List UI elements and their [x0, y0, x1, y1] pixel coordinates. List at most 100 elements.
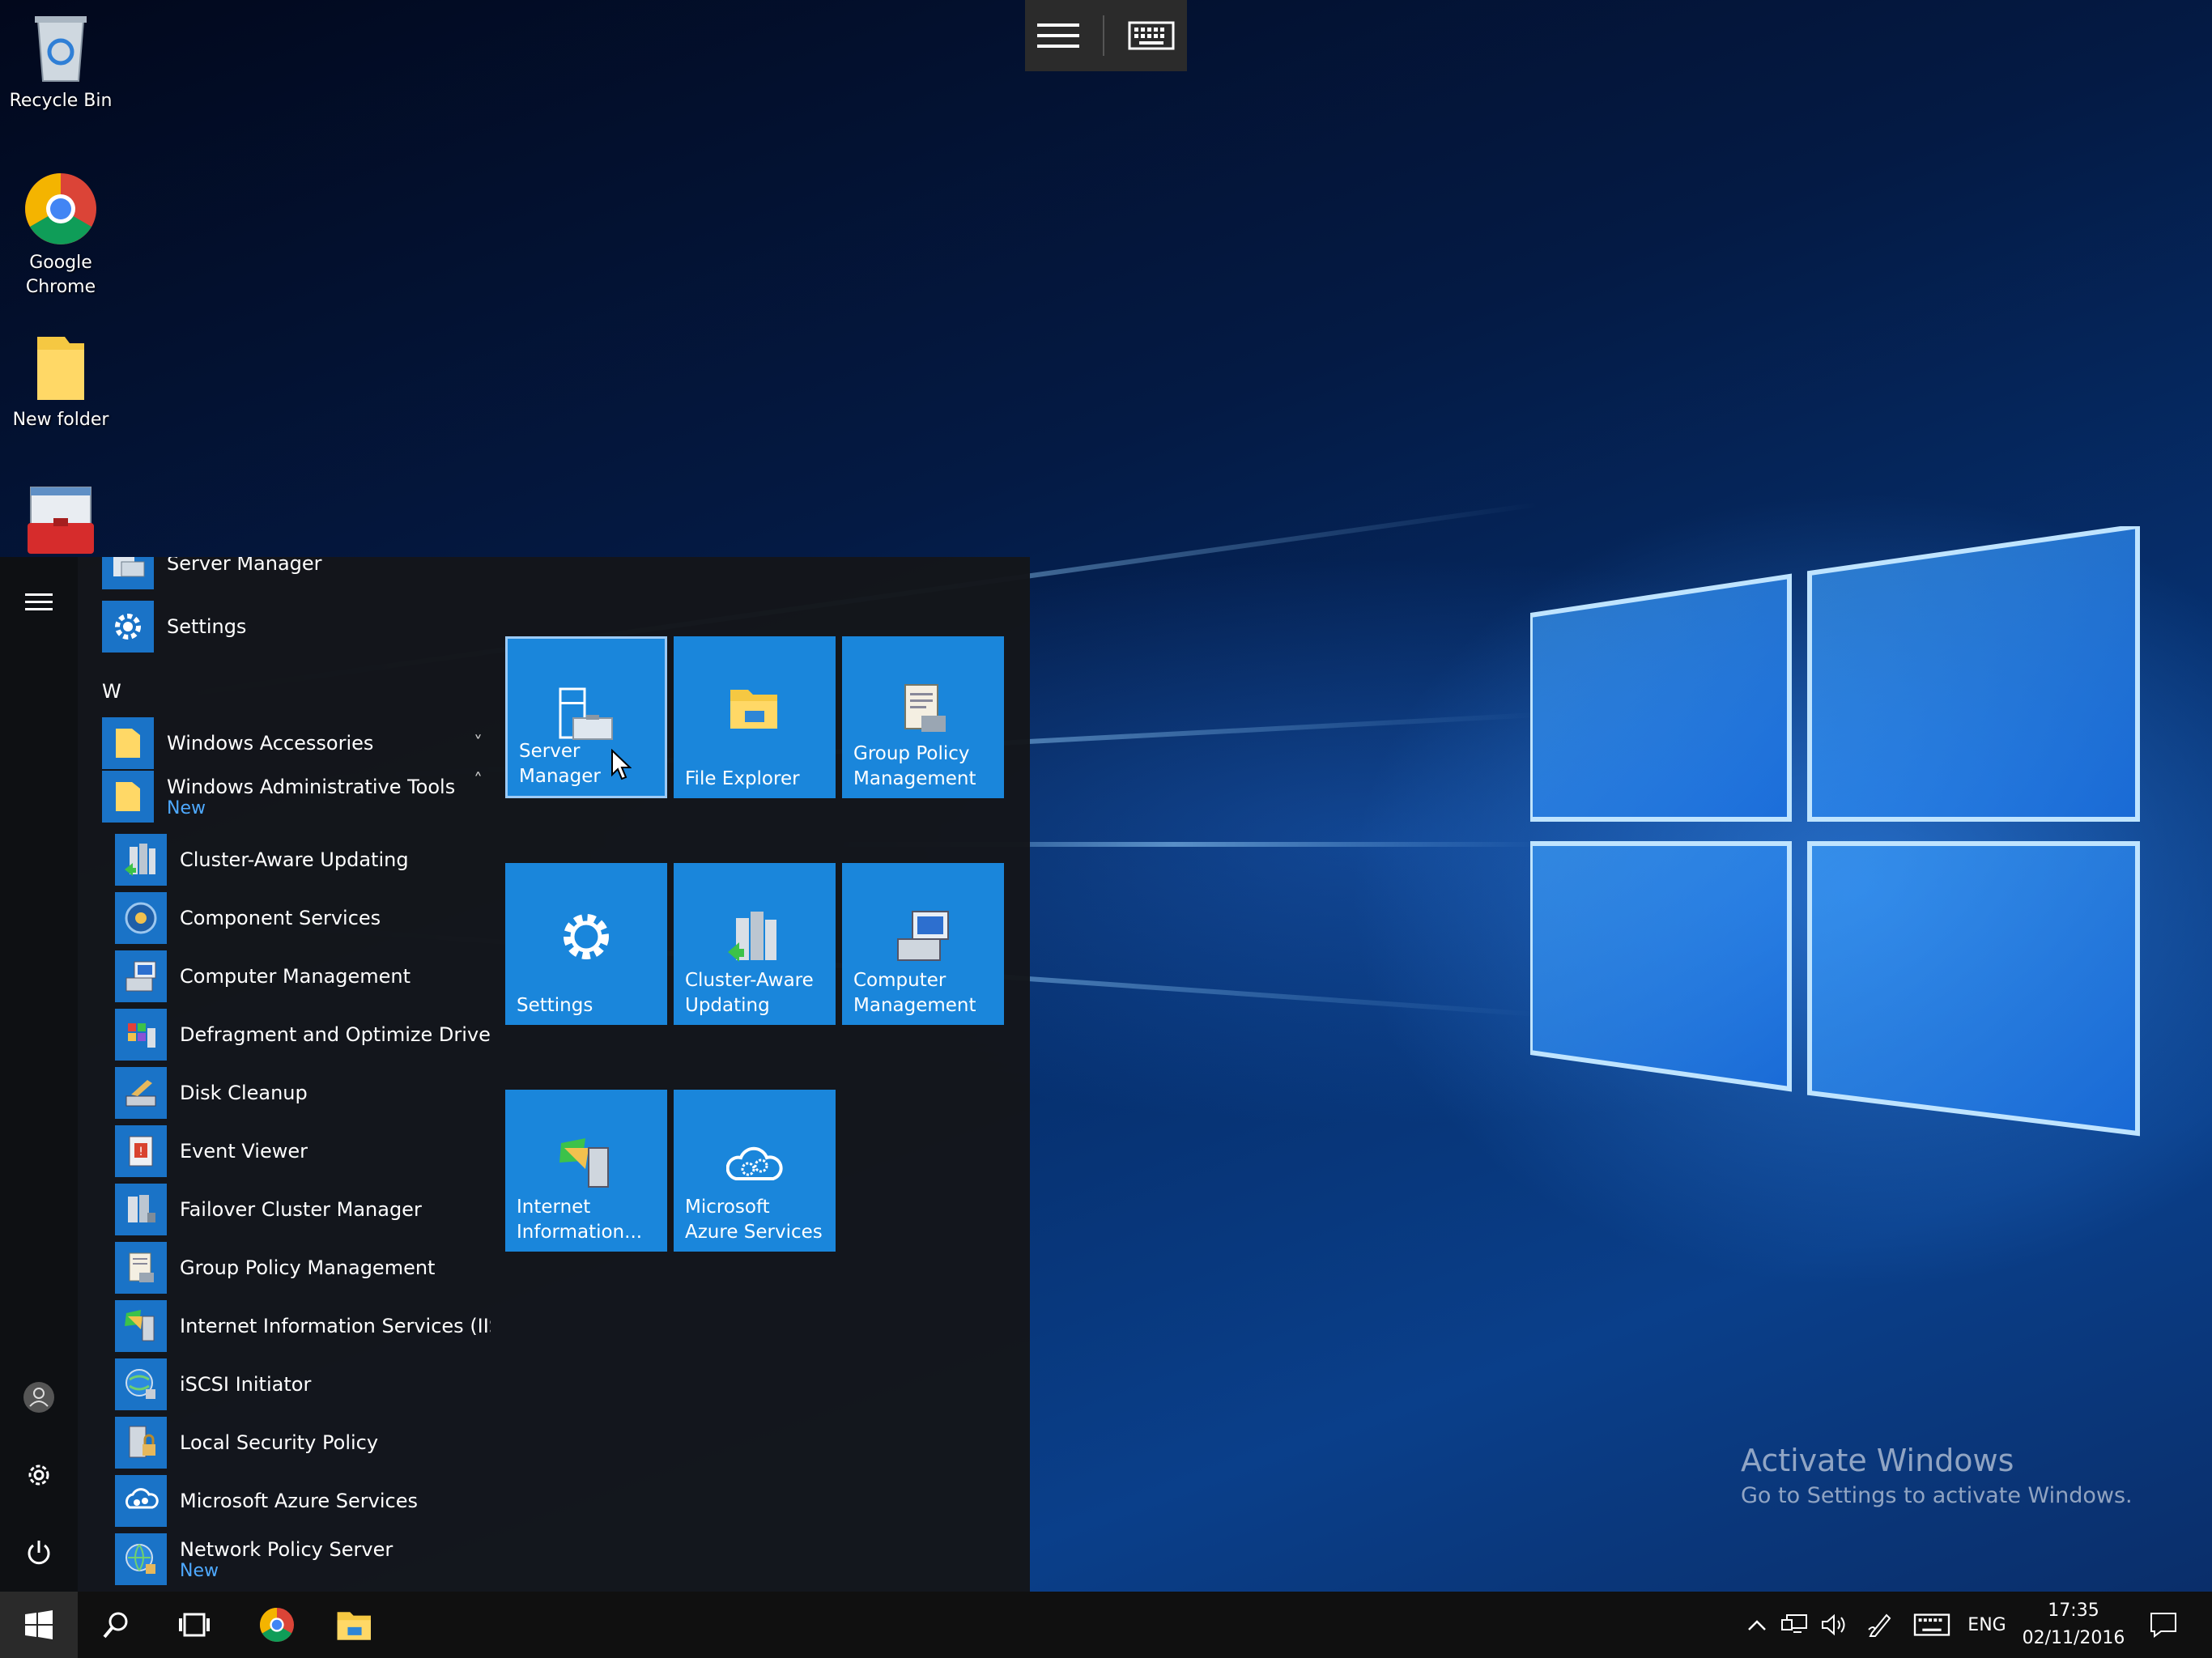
azure-icon	[115, 1475, 167, 1527]
desktop-icon-recycle-bin[interactable]: Recycle Bin	[0, 11, 121, 113]
tile-microsoft-azure-services[interactable]: Microsoft Azure Services	[674, 1090, 836, 1252]
disk-cleanup-icon	[115, 1067, 167, 1119]
app-group-windows-administrative-tools[interactable]: Windows Administrative Tools New ˄	[102, 771, 483, 823]
network-status[interactable]	[1776, 1592, 1812, 1658]
clock-time: 17:35	[2048, 1601, 2099, 1621]
desktop-icon-label: Recycle Bin	[9, 91, 113, 111]
app-list-item-label: Failover Cluster Manager	[180, 1198, 422, 1221]
iis-icon	[559, 1138, 609, 1188]
computer-management-icon	[897, 911, 949, 961]
clock-date: 02/11/2016	[2022, 1628, 2125, 1648]
hamburger-icon	[25, 593, 53, 610]
app-list-item-label: Disk Cleanup	[180, 1082, 308, 1104]
app-list-item-label: Component Services	[180, 907, 381, 929]
tile-label: Settings	[517, 995, 593, 1016]
floating-toolbar	[1025, 0, 1187, 71]
activation-subtitle: Go to Settings to activate Windows.	[1741, 1483, 2133, 1508]
app-list-item[interactable]: Network Policy Server New	[115, 1533, 393, 1585]
letter-heading[interactable]: W	[102, 680, 121, 703]
input-language[interactable]: ENG	[1963, 1592, 2011, 1658]
toolbox-icon	[28, 487, 94, 554]
cluster-icon	[728, 912, 776, 962]
recycle-bin-icon	[35, 16, 87, 82]
tile-label: Server Manager	[519, 741, 601, 787]
app-list: Server Manager Settings W Windows Access…	[78, 557, 491, 1592]
tile-internet-information-services[interactable]: Internet Information...	[505, 1090, 667, 1252]
app-list-item[interactable]: Cluster-Aware Updating	[115, 834, 409, 886]
tile-label: Microsoft Azure Services	[685, 1197, 823, 1243]
app-group-windows-accessories[interactable]: Windows Accessories ˅	[102, 717, 483, 769]
app-list-item[interactable]: Group Policy Management	[115, 1242, 435, 1294]
app-list-item-label: Group Policy Management	[180, 1256, 436, 1279]
tile-label: File Explorer	[685, 768, 800, 789]
desktop-icon-google-chrome[interactable]: Google Chrome	[0, 172, 121, 300]
app-group-label: Windows Administrative Tools	[167, 775, 456, 798]
show-hidden-icons-button[interactable]	[1741, 1592, 1773, 1658]
app-list-item[interactable]: Component Services	[115, 892, 381, 944]
new-badge: New	[180, 1560, 219, 1581]
app-list-item-settings[interactable]: Settings	[102, 601, 246, 653]
app-list-item[interactable]: Local Security Policy	[115, 1417, 378, 1469]
chevron-up-icon: ˄	[474, 771, 483, 791]
app-list-item[interactable]: Failover Cluster Manager	[115, 1184, 422, 1235]
folder-icon	[102, 771, 154, 823]
tile-group-policy-management[interactable]: Group Policy Management	[842, 636, 1004, 798]
desktop-icon-new-folder[interactable]: New folder	[0, 334, 121, 432]
taskbar-file-explorer[interactable]	[316, 1592, 393, 1658]
file-explorer-icon	[337, 1612, 371, 1640]
keyboard-icon[interactable]	[1128, 21, 1175, 50]
gear-icon	[564, 914, 609, 959]
app-list-item-label: Event Viewer	[180, 1140, 308, 1163]
chrome-icon	[25, 173, 96, 244]
tile-computer-management[interactable]: Computer Management	[842, 863, 1004, 1025]
tile-label: Group Policy Management	[853, 743, 976, 789]
hamburger-icon[interactable]	[1036, 22, 1079, 49]
app-list-item-label: Local Security Policy	[180, 1431, 379, 1454]
event-viewer-icon: !	[115, 1125, 167, 1177]
app-list-item[interactable]: ! Event Viewer	[115, 1125, 308, 1177]
failover-cluster-icon	[115, 1184, 167, 1235]
app-list-item[interactable]: Computer Management	[115, 950, 410, 1002]
iscsi-initiator-icon	[115, 1358, 167, 1410]
chevron-up-icon	[1748, 1620, 1766, 1630]
tile-settings[interactable]: Settings	[505, 863, 667, 1025]
power-button[interactable]	[0, 1520, 78, 1585]
app-group-label: Windows Accessories	[167, 732, 374, 755]
clock[interactable]: 17:35 02/11/2016	[2021, 1592, 2126, 1658]
app-list-item-label: iSCSI Initiator	[180, 1373, 312, 1396]
server-manager-icon	[559, 687, 613, 740]
start-settings-button[interactable]	[0, 1443, 78, 1507]
cluster-icon	[115, 834, 167, 886]
keyboard-icon	[1913, 1613, 1950, 1636]
touch-keyboard-button[interactable]	[1909, 1592, 1955, 1658]
app-list-item-label: Internet Information Services (IIS...	[180, 1315, 491, 1337]
power-icon	[28, 1541, 50, 1565]
app-list-item-server-manager[interactable]: Server Manager	[102, 557, 322, 589]
app-list-item[interactable]: Microsoft Azure Services	[115, 1475, 418, 1527]
start-expand-button[interactable]	[0, 570, 78, 635]
windows-start-icon	[25, 1610, 53, 1639]
tile-label: Cluster-Aware Updating	[685, 970, 814, 1016]
volume-icon	[1822, 1613, 1845, 1636]
app-list-item[interactable]: iSCSI Initiator	[115, 1358, 311, 1410]
user-account-button[interactable]	[0, 1365, 78, 1430]
tile-server-manager[interactable]: Server Manager	[505, 636, 667, 798]
app-list-item-label: Defragment and Optimize Drives	[180, 1023, 491, 1046]
folder-icon	[102, 717, 154, 769]
tile-file-explorer[interactable]: File Explorer	[674, 636, 836, 798]
tile-cluster-aware-updating[interactable]: Cluster-Aware Updating	[674, 863, 836, 1025]
volume-control[interactable]	[1817, 1592, 1853, 1658]
chevron-down-icon: ˅	[474, 733, 483, 754]
desktop-icon-toolbox[interactable]	[0, 486, 121, 560]
app-list-item[interactable]: Internet Information Services (IIS...	[115, 1300, 491, 1352]
taskbar-chrome[interactable]	[238, 1592, 316, 1658]
start-button[interactable]	[0, 1592, 78, 1658]
action-center-button[interactable]	[2139, 1592, 2188, 1658]
pen-workspace-button[interactable]	[1862, 1592, 1898, 1658]
gear-icon	[28, 1465, 49, 1486]
app-list-item[interactable]: Disk Cleanup	[115, 1067, 308, 1119]
task-view-icon	[179, 1613, 210, 1637]
search-button[interactable]	[78, 1592, 155, 1658]
app-list-item[interactable]: Defragment and Optimize Drives	[115, 1009, 491, 1061]
task-view-button[interactable]	[155, 1592, 233, 1658]
